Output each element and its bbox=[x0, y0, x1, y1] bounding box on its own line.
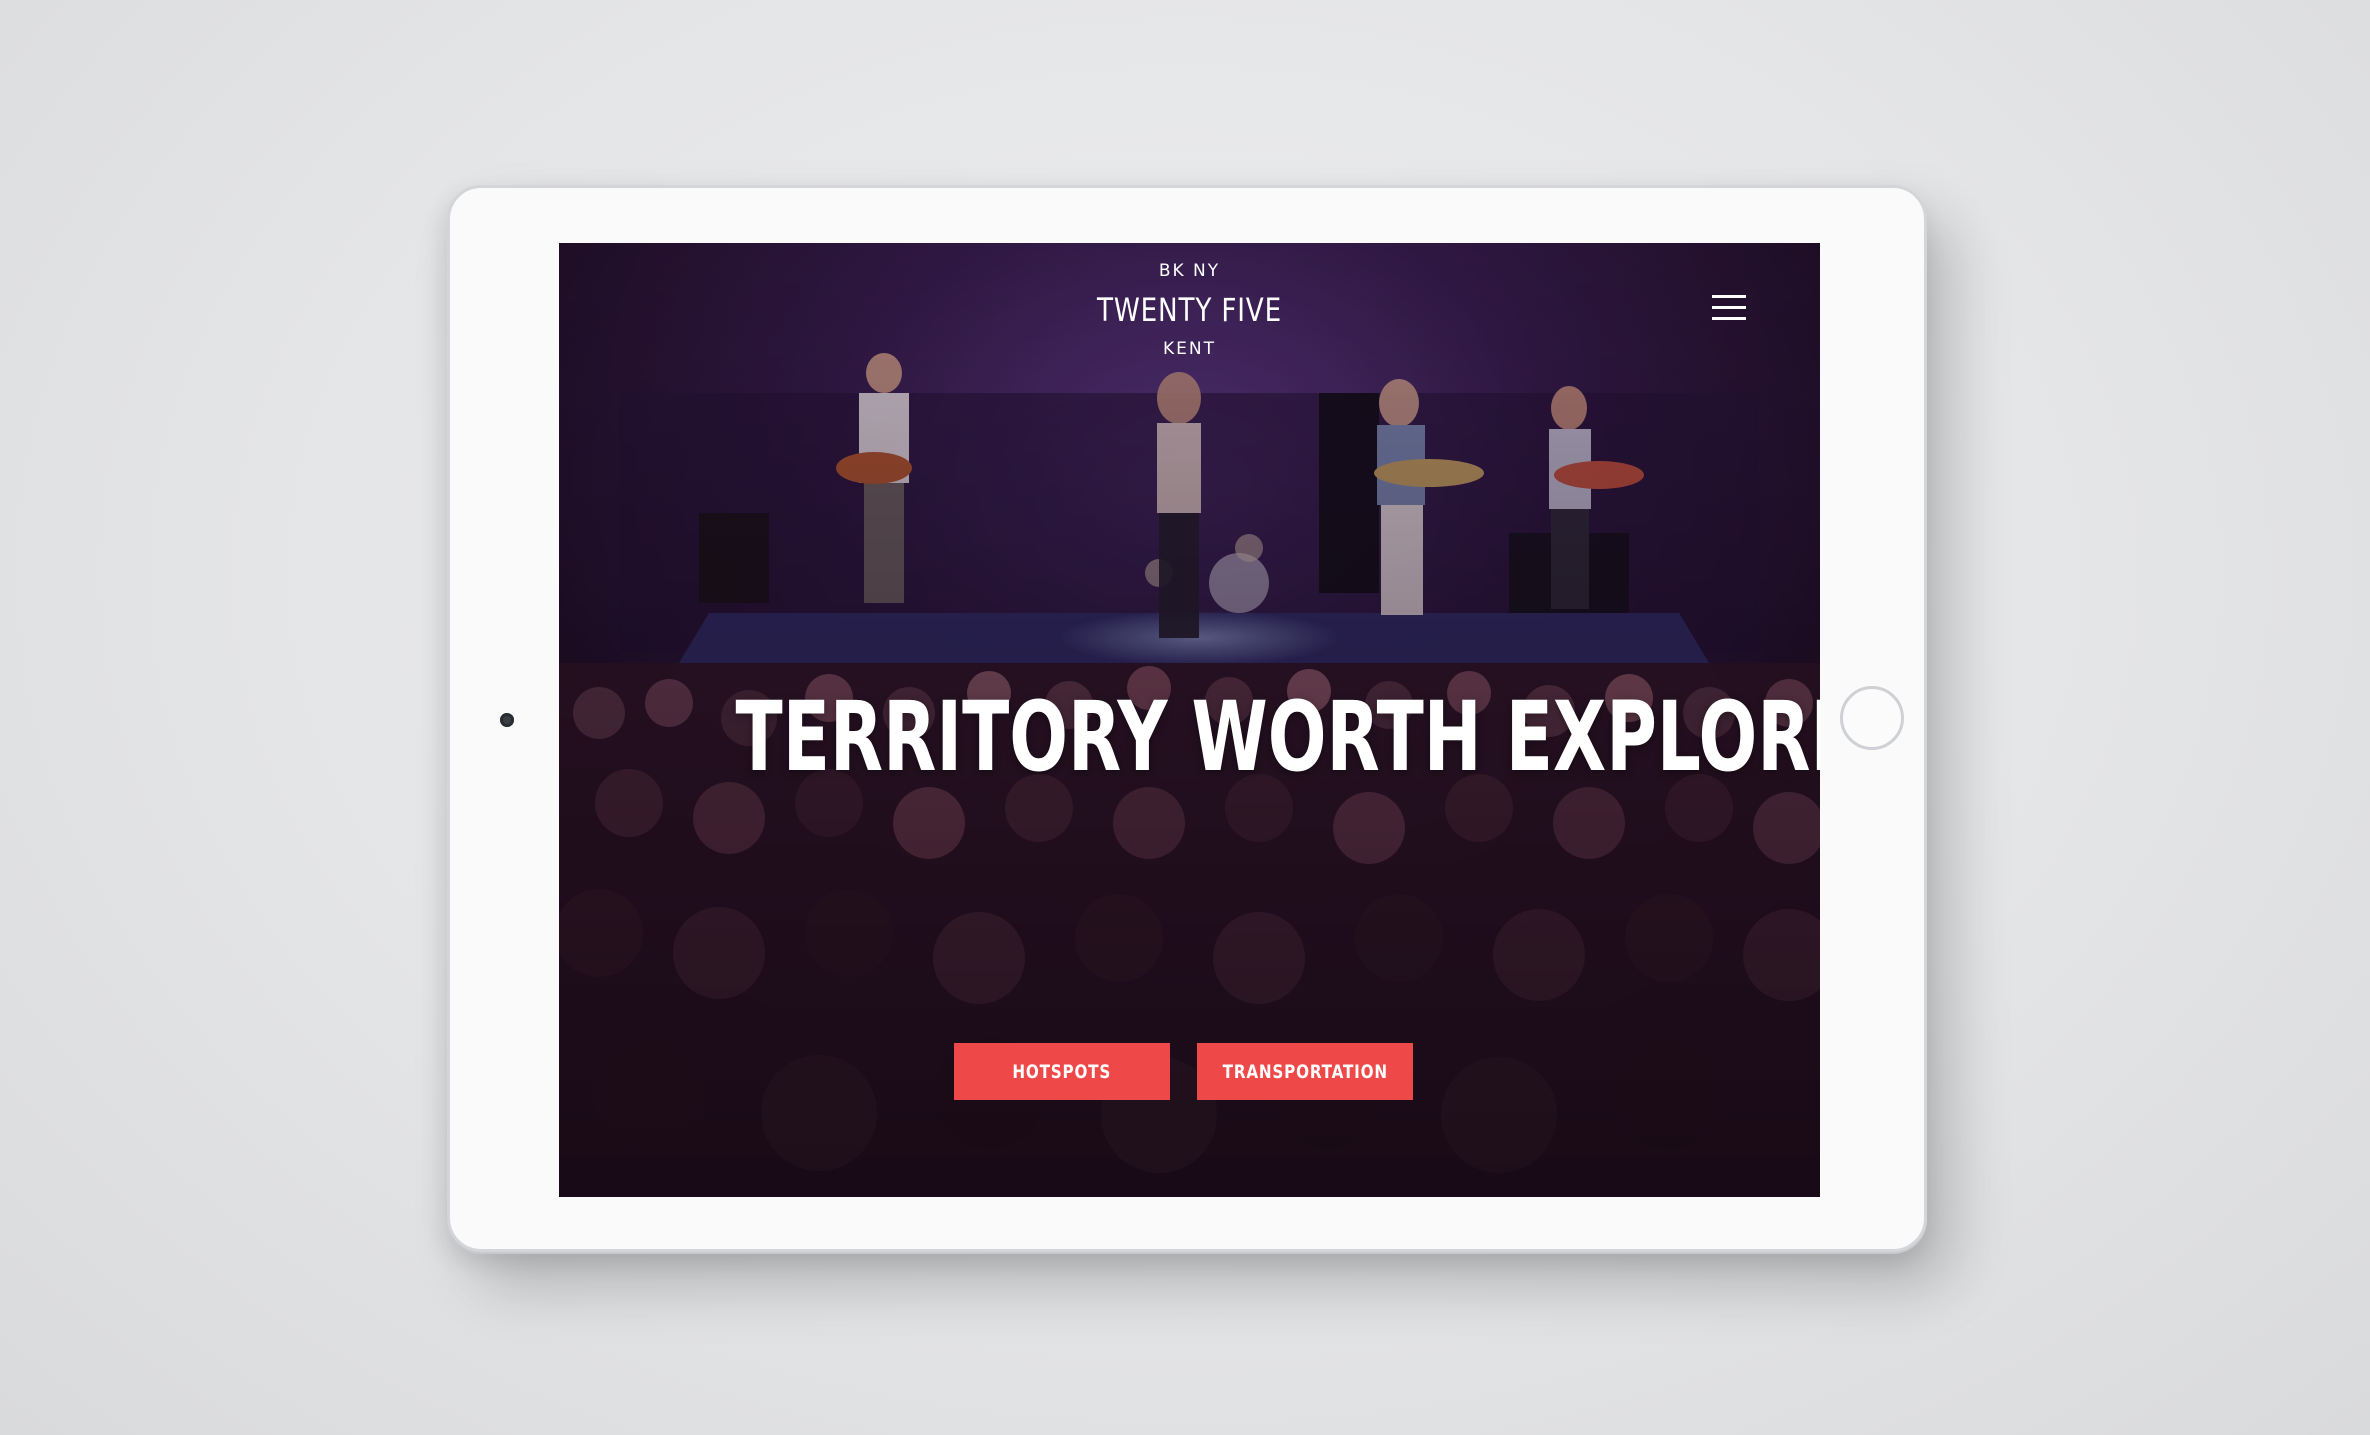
camera-icon bbox=[500, 713, 514, 727]
transportation-button[interactable]: TRANSPORTATION bbox=[1197, 1043, 1413, 1100]
screen: BK NY TWENTY FIVE KENT TERRITORY WORTH E… bbox=[559, 243, 1820, 1197]
hero-headline: TERRITORY WORTH EXPLORING bbox=[735, 681, 1820, 793]
menu-bar bbox=[1712, 295, 1746, 298]
menu-bar bbox=[1712, 306, 1746, 309]
hamburger-menu-icon[interactable] bbox=[1712, 293, 1746, 323]
brand-logo[interactable]: TWENTY FIVE bbox=[672, 291, 1706, 329]
home-button[interactable] bbox=[1840, 686, 1904, 750]
brand-line-bottom: KENT bbox=[1163, 339, 1216, 359]
hotspots-button[interactable]: HOTSPOTS bbox=[954, 1043, 1170, 1100]
transportation-button-label: TRANSPORTATION bbox=[1222, 1060, 1388, 1083]
menu-bar bbox=[1712, 317, 1746, 320]
hotspots-button-label: HOTSPOTS bbox=[1012, 1060, 1112, 1083]
tablet-device: BK NY TWENTY FIVE KENT TERRITORY WORTH E… bbox=[447, 185, 1927, 1252]
brand-line-top: BK NY bbox=[1158, 261, 1221, 281]
